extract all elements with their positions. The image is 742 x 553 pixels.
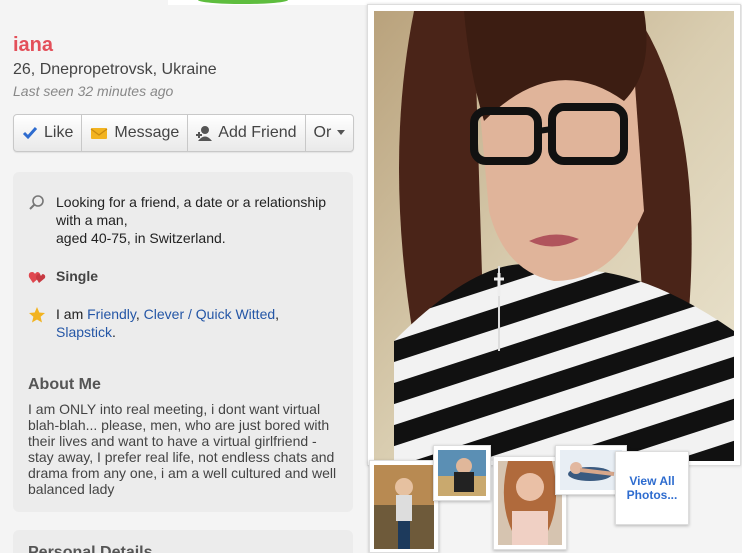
personal-details-card: Personal Details (13, 530, 353, 553)
nav-accent (198, 0, 288, 4)
thumbnail-image (374, 465, 434, 549)
action-button-bar: Like Message Add Friend Or (13, 114, 355, 152)
main-profile-photo[interactable] (374, 11, 734, 461)
profile-details-card: Looking for a friend, a date or a relati… (13, 172, 353, 512)
last-seen: Last seen 32 minutes ago (13, 83, 174, 99)
looking-for-line1: Looking for a friend, a date or a relati… (56, 194, 327, 228)
trait-separator: , (275, 306, 280, 322)
photo-thumbnail[interactable] (433, 445, 491, 501)
message-button[interactable]: Message (82, 115, 189, 151)
thumbnail-image (498, 461, 562, 545)
profile-name: iana (13, 34, 54, 56)
looking-for-line2: aged 40-75, in Switzerland. (56, 230, 226, 246)
trait-separator: , (135, 306, 144, 322)
checkmark-icon (22, 127, 38, 140)
add-friend-label: Add Friend (218, 124, 297, 141)
trait-end: . (112, 324, 116, 340)
envelope-icon (90, 128, 108, 139)
profile-location: 26, Dnepropetrovsk, Ukraine (13, 61, 217, 78)
about-me-heading: About Me (28, 376, 101, 393)
trait-link-slapstick[interactable]: Slapstick (56, 324, 112, 340)
trait-link-friendly[interactable]: Friendly (87, 306, 136, 322)
like-label: Like (44, 124, 74, 141)
about-me-text: I am ONLY into real meeting, i dont want… (28, 401, 337, 497)
thumbnail-image (438, 450, 486, 496)
like-button[interactable]: Like (14, 115, 83, 151)
star-icon (29, 307, 45, 323)
main-photo-frame[interactable] (367, 4, 741, 466)
add-user-icon (196, 126, 213, 141)
hearts-icon (28, 272, 46, 283)
or-dropdown-button[interactable]: Or (306, 115, 354, 151)
chevron-down-icon (337, 130, 346, 135)
message-label: Message (114, 124, 180, 141)
personal-details-heading: Personal Details (28, 544, 153, 553)
thumbnail-image (560, 450, 622, 490)
relationship-status: Single (56, 268, 99, 284)
search-icon (29, 195, 44, 210)
photo-thumbnail[interactable] (369, 460, 439, 553)
view-all-photos-link[interactable]: View All Photos... (615, 451, 689, 525)
i-am-prefix: I am (56, 306, 88, 322)
view-all-photos-label: View All Photos... (626, 474, 678, 502)
or-label: Or (313, 124, 332, 141)
trait-link-clever[interactable]: Clever / Quick Witted (144, 306, 275, 322)
add-friend-button[interactable]: Add Friend (188, 115, 306, 151)
profile-photo-image (374, 11, 734, 461)
